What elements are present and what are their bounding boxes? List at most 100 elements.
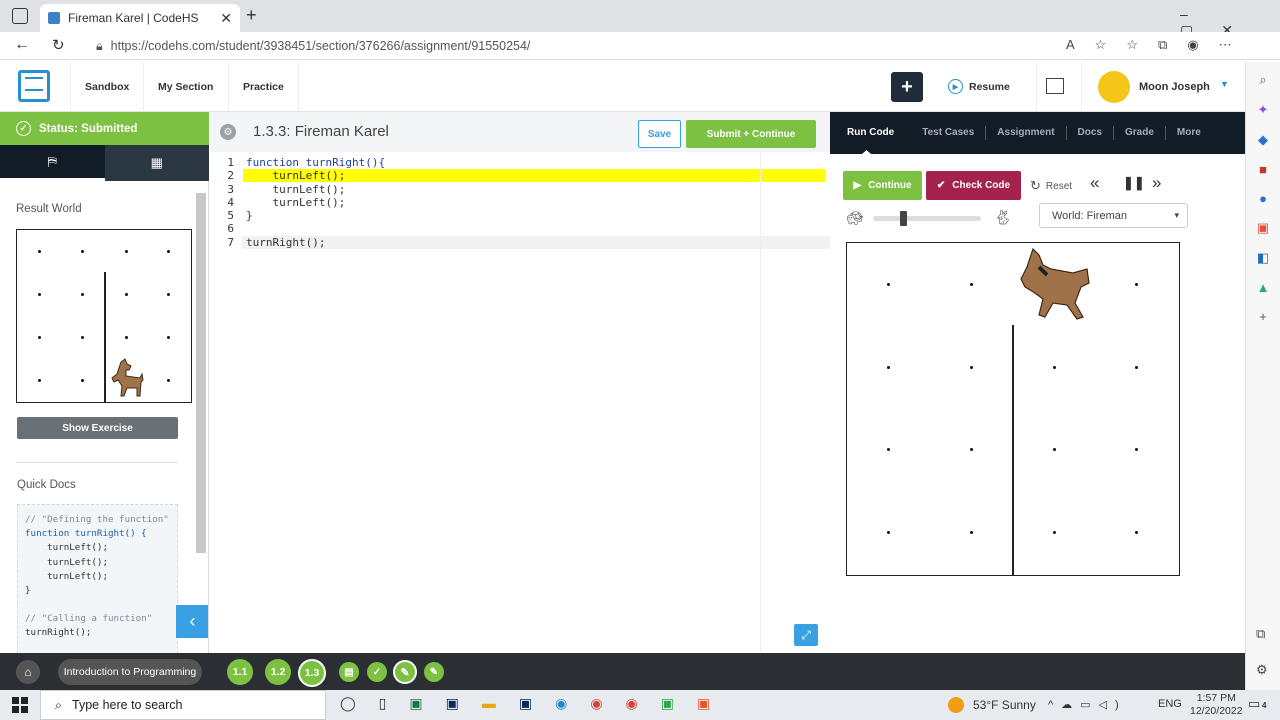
- reset-button[interactable]: ↻ Reset: [1030, 178, 1072, 194]
- clock[interactable]: 1:57 PM 12/20/2022: [1190, 692, 1243, 718]
- avatar[interactable]: [1098, 71, 1130, 103]
- tab-run-code[interactable]: Run Code: [830, 126, 911, 140]
- edge-icon[interactable]: ◉: [555, 695, 567, 712]
- document-icon[interactable]: ▤: [339, 662, 359, 682]
- tab-docs[interactable]: Docs: [1067, 126, 1114, 140]
- show-exercise-button[interactable]: Show Exercise: [17, 417, 178, 439]
- pencil-icon[interactable]: ✎: [393, 660, 417, 684]
- submit-continue-button[interactable]: Submit + Continue: [686, 120, 816, 148]
- task-view-icon[interactable]: ◯: [340, 695, 356, 712]
- language-indicator[interactable]: ENG: [1158, 698, 1182, 710]
- code-line[interactable]: turnLeft();: [246, 183, 385, 196]
- settings-gear-icon[interactable]: ⚙: [220, 124, 236, 140]
- office-icon[interactable]: ▣: [1257, 220, 1269, 236]
- map-icon: ⛿: [47, 153, 57, 169]
- close-tab-icon[interactable]: ✕: [220, 10, 232, 27]
- add-button[interactable]: +: [891, 72, 923, 102]
- tab-map[interactable]: ⛿: [0, 145, 105, 181]
- tab-actions-icon[interactable]: [12, 8, 28, 24]
- pause-icon[interactable]: ❚❚: [1123, 175, 1145, 191]
- wall: [1012, 325, 1014, 575]
- line-number: 3: [227, 182, 234, 196]
- address-field[interactable]: 🔒︎ https://codehs.com/student/3938451/se…: [96, 34, 1096, 58]
- back-icon[interactable]: ←: [14, 36, 30, 54]
- codehs-app-icon[interactable]: ▣: [697, 695, 710, 712]
- tray-icons[interactable]: ^☁▭◁): [1048, 698, 1127, 711]
- tab-assignment[interactable]: Assignment: [986, 126, 1067, 140]
- search-icon[interactable]: ⌕: [1259, 72, 1266, 88]
- step-forward-icon[interactable]: »: [1152, 173, 1161, 193]
- world-select[interactable]: World: Fireman ▾: [1039, 203, 1188, 228]
- new-tab-icon[interactable]: +: [246, 5, 257, 26]
- chrome-icon[interactable]: ◉: [626, 695, 638, 712]
- speed-slider-handle[interactable]: [900, 211, 907, 226]
- camtasia-icon[interactable]: ▣: [661, 695, 674, 712]
- folder-icon[interactable]: ▬: [482, 695, 496, 712]
- add-icon[interactable]: +: [1259, 309, 1267, 324]
- code-line[interactable]: turnRight();: [246, 236, 385, 249]
- excel-icon[interactable]: ▣: [409, 695, 422, 712]
- people-icon[interactable]: ●: [1259, 191, 1267, 206]
- nav-my-section[interactable]: My Section: [144, 62, 229, 112]
- code-line[interactable]: }: [246, 209, 385, 222]
- speed-slider[interactable]: [873, 211, 981, 226]
- check-code-button[interactable]: ✔ Check Code: [926, 171, 1021, 200]
- doc-line: [25, 598, 170, 612]
- tab-calendar[interactable]: ▦: [104, 145, 209, 181]
- continue-button[interactable]: ▶ Continue: [843, 171, 922, 200]
- lesson-1-1[interactable]: 1.1: [227, 659, 253, 685]
- code-lines[interactable]: function turnRight(){ turnLeft(); turnLe…: [246, 156, 385, 249]
- right-tabs: Run Code Test Cases Assignment Docs Grad…: [830, 112, 1245, 154]
- outlook-icon[interactable]: ◧: [1257, 250, 1269, 266]
- nav-sandbox[interactable]: Sandbox: [70, 62, 144, 112]
- code-editor[interactable]: 1 2 3 4 5 6 7 function turnRight(){ turn…: [210, 152, 830, 652]
- tab-more[interactable]: More: [1166, 126, 1212, 140]
- status-text: Status: Submitted: [39, 122, 138, 135]
- save-button[interactable]: Save: [638, 120, 681, 148]
- lightroom-icon[interactable]: ▣: [519, 695, 532, 712]
- step-back-icon[interactable]: «: [1090, 173, 1099, 193]
- expand-icon[interactable]: ⤢: [794, 624, 818, 646]
- collapse-sidebar-button[interactable]: ‹: [176, 605, 208, 638]
- sparkle-icon[interactable]: ✦: [1258, 102, 1269, 118]
- window-icon-button[interactable]: [1036, 62, 1082, 112]
- checklist-icon[interactable]: ✓: [367, 662, 387, 682]
- gear-icon[interactable]: ⚙: [1256, 662, 1268, 678]
- weather-text[interactable]: 53°F Sunny: [973, 698, 1036, 712]
- editor-header: ⚙ 1.3.3: Fireman Karel Save Submit + Con…: [210, 112, 830, 152]
- lesson-1-2[interactable]: 1.2: [265, 659, 291, 685]
- karel-dog-icon: [111, 358, 144, 397]
- photoshop-icon[interactable]: ▣: [446, 695, 459, 712]
- line-number: 5: [227, 209, 234, 223]
- browser-tab[interactable]: Fireman Karel | CodeHS ✕: [40, 4, 240, 32]
- user-menu-caret-icon[interactable]: ▼: [1220, 79, 1229, 89]
- code-line[interactable]: turnLeft();: [246, 196, 385, 209]
- lesson-1-3[interactable]: 1.3: [298, 659, 326, 687]
- nav-practice[interactable]: Practice: [229, 62, 299, 112]
- sidebar-toggle-icon[interactable]: ⧉: [1256, 626, 1265, 642]
- user-name[interactable]: Moon Joseph: [1139, 81, 1210, 93]
- browser-toolbar-icons[interactable]: A☆☆⧉◉⋯: [1066, 37, 1252, 53]
- edge-sidebar: ⌕ ✦ ◆ ■ ● ▣ ◧ ▲ + ⧉ ⚙: [1245, 62, 1280, 690]
- resume-button[interactable]: ▶ Resume: [948, 79, 1010, 94]
- tab-test-cases[interactable]: Test Cases: [911, 126, 987, 140]
- chrome-icon[interactable]: ◉: [590, 695, 602, 712]
- course-button[interactable]: Introduction to Programming: [58, 659, 202, 685]
- tree-icon[interactable]: ▲: [1257, 280, 1270, 295]
- notification-count: 4: [1262, 701, 1267, 710]
- toolbox-icon[interactable]: ■: [1259, 162, 1267, 177]
- pencil-icon[interactable]: ✎: [424, 662, 444, 682]
- codehs-logo-icon[interactable]: [18, 70, 50, 102]
- code-line[interactable]: [246, 222, 385, 235]
- file-icon[interactable]: ▯: [379, 695, 387, 712]
- taskbar-search[interactable]: ⌕ Type here to search: [40, 690, 326, 720]
- code-line[interactable]: turnLeft();: [246, 169, 385, 182]
- notification-icon[interactable]: ▭: [1248, 696, 1260, 712]
- code-line[interactable]: function turnRight(){: [246, 156, 385, 169]
- windows-start-icon[interactable]: [12, 697, 28, 713]
- tab-grade[interactable]: Grade: [1114, 126, 1166, 140]
- home-icon[interactable]: ⌂: [16, 660, 40, 684]
- tag-icon[interactable]: ◆: [1258, 132, 1268, 148]
- refresh-icon[interactable]: ↻: [52, 36, 65, 54]
- sidebar-scrollbar[interactable]: [196, 193, 206, 553]
